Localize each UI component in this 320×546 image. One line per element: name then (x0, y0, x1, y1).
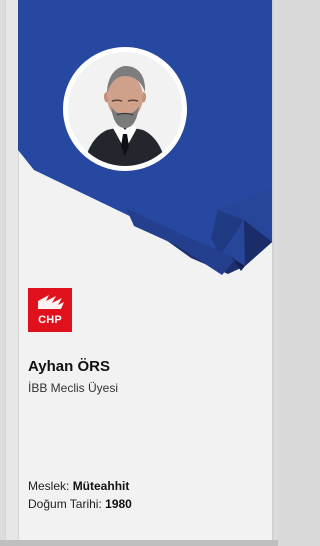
birth-row: Doğum Tarihi: 1980 (28, 496, 132, 512)
profile-page: CHP Ayhan ÖRS İBB Meclis Üyesi Meslek: M… (0, 0, 278, 546)
page-bottom-border (0, 540, 278, 546)
logo-text: CHP (38, 314, 62, 326)
profession-label: Meslek: (28, 479, 73, 493)
profession-row: Meslek: Müteahhit (28, 478, 129, 494)
birth-label: Doğum Tarihi: (28, 497, 106, 511)
profile-card: CHP Ayhan ÖRS İBB Meclis Üyesi Meslek: M… (6, 0, 273, 540)
person-name: Ayhan ÖRS (28, 358, 110, 375)
party-logo: CHP (28, 288, 72, 332)
person-role: İBB Meclis Üyesi (28, 381, 119, 395)
birth-value: 1980 (105, 497, 132, 511)
avatar (63, 47, 187, 171)
profession-value: Müteahhit (72, 479, 130, 493)
